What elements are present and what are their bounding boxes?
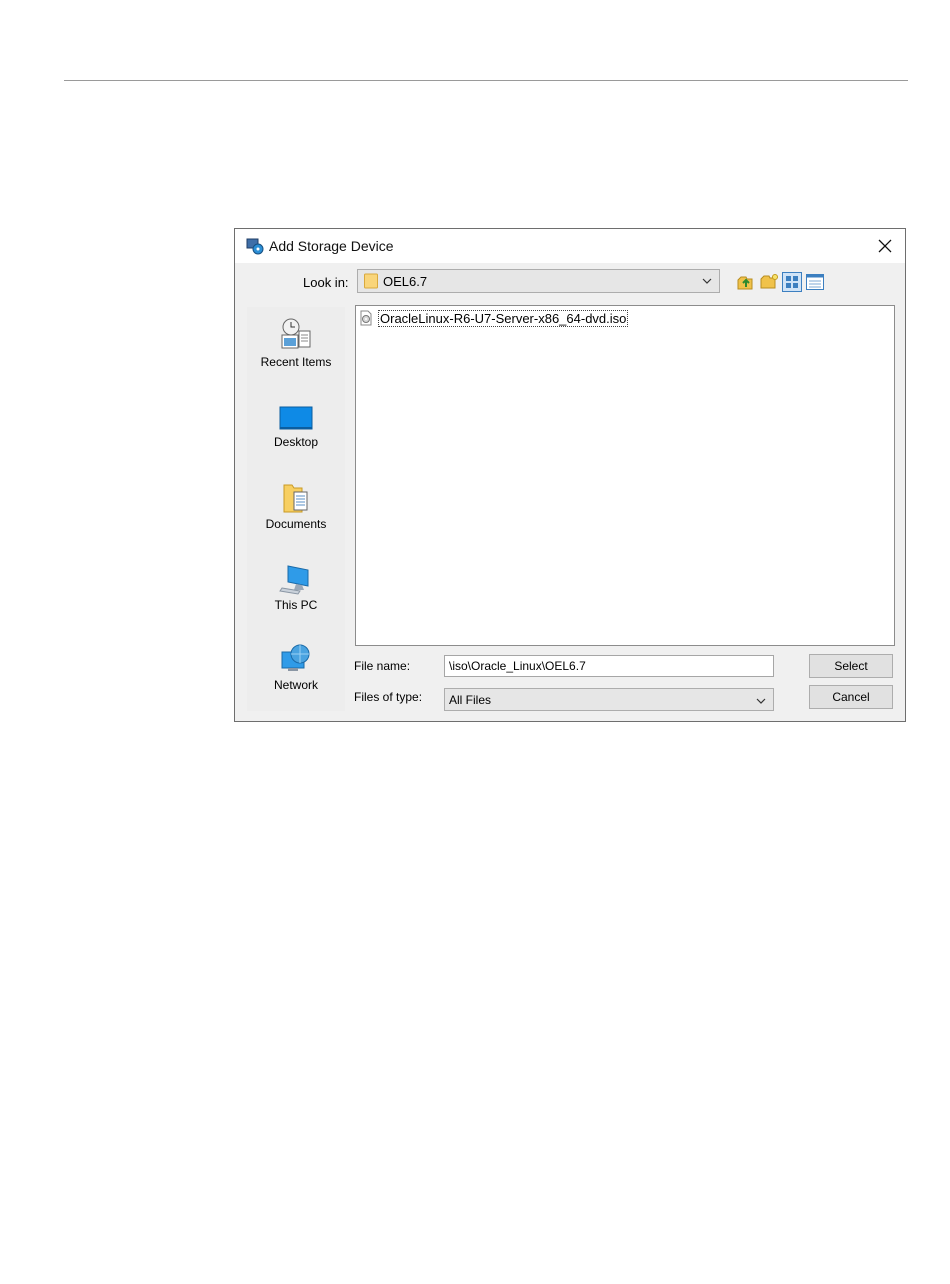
- place-label: This PC: [274, 598, 318, 612]
- select-button[interactable]: Select: [809, 654, 893, 678]
- iso-file-icon: [358, 310, 374, 326]
- virtualbox-app-icon: [246, 237, 264, 255]
- place-label: Desktop: [273, 435, 319, 449]
- chevron-down-icon: [755, 694, 767, 706]
- cancel-button[interactable]: Cancel: [809, 685, 893, 709]
- look-in-label: Look in:: [303, 275, 349, 290]
- file-list[interactable]: OracleLinux-R6-U7-Server-x86_64-dvd.iso: [355, 305, 895, 646]
- look-in-value: OEL6.7: [383, 274, 428, 289]
- list-view-icon: [782, 272, 802, 292]
- list-view-button[interactable]: [782, 272, 802, 292]
- places-sidebar: Recent Items Desktop Documents This PC N…: [247, 307, 345, 711]
- page-header-rule: [64, 80, 908, 81]
- new-folder-button[interactable]: [759, 272, 779, 292]
- place-recent-items[interactable]: Recent Items: [247, 317, 345, 395]
- place-label: Documents: [265, 517, 327, 531]
- dialog-title: Add Storage Device: [269, 238, 394, 254]
- this-pc-icon: [279, 565, 309, 595]
- place-network[interactable]: Network: [247, 642, 345, 720]
- desktop-icon: [279, 406, 313, 430]
- close-button[interactable]: [871, 233, 899, 259]
- close-icon: [878, 239, 892, 253]
- chevron-down-icon: [701, 274, 713, 286]
- file-name-label: File name:: [354, 659, 411, 673]
- place-desktop[interactable]: Desktop: [247, 403, 345, 481]
- files-of-type-dropdown[interactable]: All Files: [444, 688, 774, 711]
- network-icon: [281, 644, 310, 671]
- place-this-pc[interactable]: This PC: [247, 562, 345, 640]
- documents-icon: [283, 484, 308, 513]
- file-name-input[interactable]: [444, 655, 774, 677]
- details-view-button[interactable]: [805, 272, 825, 292]
- new-folder-icon: [760, 274, 778, 289]
- details-view-icon: [806, 274, 824, 290]
- up-one-level-button[interactable]: [735, 272, 755, 292]
- look-in-dropdown[interactable]: OEL6.7: [357, 269, 720, 293]
- place-label: Network: [273, 678, 318, 692]
- up-one-level-icon: [737, 276, 753, 290]
- files-of-type-value: All Files: [449, 693, 492, 707]
- add-storage-device-dialog: Add Storage Device Look in: OEL6.7 Recen…: [234, 228, 906, 722]
- files-of-type-label: Files of type:: [354, 690, 423, 704]
- recent-items-icon: [281, 318, 311, 349]
- place-documents[interactable]: Documents: [247, 481, 345, 559]
- file-name: OracleLinux-R6-U7-Server-x86_64-dvd.iso: [378, 309, 629, 327]
- list-item[interactable]: OracleLinux-R6-U7-Server-x86_64-dvd.iso: [358, 309, 629, 327]
- place-label: Recent Items: [260, 355, 332, 369]
- title-bar: Add Storage Device: [235, 229, 905, 263]
- folder-icon: [364, 273, 378, 289]
